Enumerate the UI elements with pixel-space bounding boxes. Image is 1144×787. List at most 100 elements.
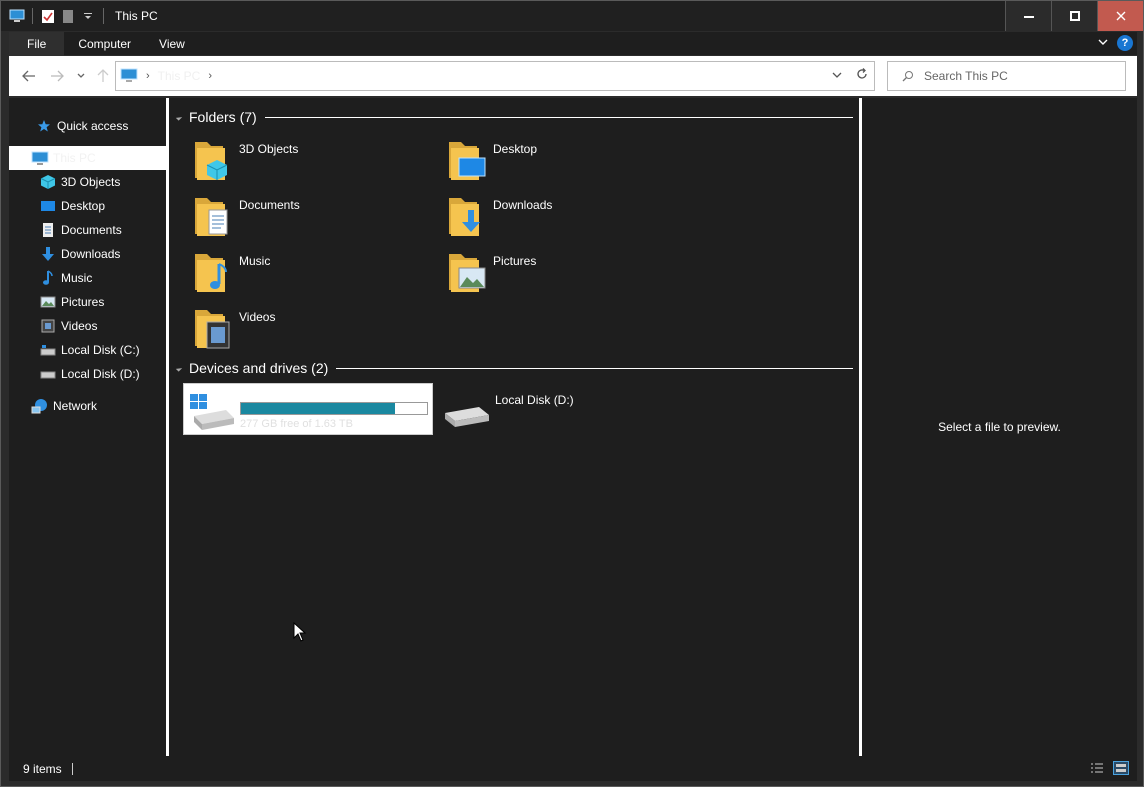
nav-item-videos[interactable]: Videos [9,314,166,338]
nav-item-label: This PC [53,151,96,165]
title-bar: This PC [1,1,1143,31]
folder-videos[interactable]: Videos [193,306,433,358]
computer-icon [31,149,49,167]
drive-label: Local Disk (D:) [495,393,574,407]
nav-item-label: Local Disk (D:) [61,367,140,381]
quick-access-toolbar [1,1,107,31]
music-icon [39,269,57,287]
nav-item-3d-objects[interactable]: 3D Objects [9,170,166,194]
nav-item-desktop[interactable]: Desktop [9,194,166,218]
nav-item-pictures[interactable]: Pictures [9,290,166,314]
breadcrumb-chevron-icon[interactable]: › [146,70,150,82]
folder-music[interactable]: Music [193,250,433,302]
ribbon-tabs: File Computer View ? [9,31,1137,56]
close-button[interactable] [1097,1,1143,31]
recent-locations-icon[interactable] [71,66,91,86]
nav-item-label: Documents [61,223,122,237]
picture-icon [39,293,57,311]
documents-folder-icon [195,198,228,236]
windows-drive-icon [190,394,234,430]
forward-button[interactable] [47,66,67,86]
videos-folder-icon [195,310,230,349]
nav-item-this-pc[interactable]: This PC [9,146,166,170]
search-box[interactable]: Search This PC [887,61,1126,91]
nav-item-label: 3D Objects [61,175,121,189]
drive-icon [39,341,57,359]
refresh-icon[interactable] [856,68,868,83]
collapse-icon[interactable] [175,364,183,372]
nav-item-documents[interactable]: Documents [9,218,166,242]
computer-icon[interactable] [9,8,25,24]
group-header-rule [336,367,853,369]
nav-item-downloads[interactable]: Downloads [9,242,166,266]
cube-icon [39,173,57,191]
nav-item-label: Local Disk (C:) [61,343,140,357]
properties-icon[interactable] [40,8,56,24]
toolbar-separator [32,8,33,24]
folder-documents[interactable]: Documents [193,194,433,246]
folder-desktop[interactable]: Desktop [447,138,687,190]
search-icon [902,70,914,82]
collapse-icon[interactable] [175,113,183,121]
drive-local-disk-d[interactable]: Local Disk (D:) [439,383,689,435]
cube-folder-icon [195,142,228,180]
nav-item-local-disk-d[interactable]: Local Disk (D:) [9,362,166,386]
drive-local-disk-c[interactable]: Local Disk (C:) 277 GB free of 1.63 TB [183,382,433,435]
nav-item-network[interactable]: Network [9,394,166,418]
expand-ribbon-icon[interactable] [1097,36,1109,50]
breadcrumb-chevron-icon[interactable]: › [208,70,212,82]
maximize-button[interactable] [1051,1,1097,31]
network-icon [31,397,49,415]
tab-view[interactable]: View [145,32,199,56]
document-icon [39,221,57,239]
navigation-pane: Quick access This PC 3D Objects Desktop … [9,98,166,756]
nav-item-local-disk-c[interactable]: Local Disk (C:) [9,338,166,362]
status-separator [71,762,73,775]
minimize-button[interactable] [1005,1,1051,31]
window-title: This PC [115,9,158,23]
tab-computer[interactable]: Computer [64,32,145,56]
folder-label: Documents [239,198,300,212]
address-bar[interactable]: › This PC › [115,61,875,91]
drive-label: Local Disk (C:) [240,382,319,396]
folder-pictures[interactable]: Pictures [447,250,687,302]
large-icons-view-icon[interactable] [1113,761,1129,775]
help-icon[interactable]: ? [1117,35,1133,51]
up-button[interactable] [93,66,113,86]
chevron-down-icon[interactable] [80,8,96,24]
group-header-devices[interactable]: Devices and drives (2) [175,358,853,378]
folder-label: Videos [239,310,276,324]
ribbon-controls: ? [1097,35,1133,51]
address-history-icon[interactable] [832,68,842,83]
desktop-folder-icon [449,142,486,180]
nav-item-label: Pictures [61,295,105,309]
desktop-icon [39,197,57,215]
tab-file[interactable]: File [9,31,65,56]
breadcrumb-this-pc[interactable]: This PC [158,69,201,83]
drive-icon [39,365,57,383]
downloads-folder-icon [449,198,480,236]
folder-label: 3D Objects [239,142,299,156]
back-button[interactable] [19,66,39,86]
navigation-bar: › This PC › Search This PC [9,56,1137,96]
nav-item-quick-access[interactable]: Quick access [9,114,166,138]
folder-downloads[interactable]: Downloads [447,194,687,246]
search-input[interactable]: Search This PC [924,69,1008,83]
new-folder-icon[interactable] [60,8,76,24]
drive-usage-fill [241,403,396,414]
mouse-cursor-icon [293,622,307,642]
drive-icon [445,407,489,427]
download-icon [39,245,57,263]
drive-free-space: 277 GB free of 1.63 TB [240,418,353,430]
address-controls [832,68,868,83]
details-view-icon[interactable] [1089,761,1105,775]
group-header-folders[interactable]: Folders (7) [175,107,853,127]
preview-message: Select a file to preview. [938,420,1061,434]
nav-item-music[interactable]: Music [9,266,166,290]
nav-item-label: Music [61,271,93,285]
window-controls [1005,1,1143,31]
star-icon [35,117,53,135]
folder-3d-objects[interactable]: 3D Objects [193,138,433,190]
computer-icon [120,68,138,84]
toolbar-separator [103,8,104,24]
